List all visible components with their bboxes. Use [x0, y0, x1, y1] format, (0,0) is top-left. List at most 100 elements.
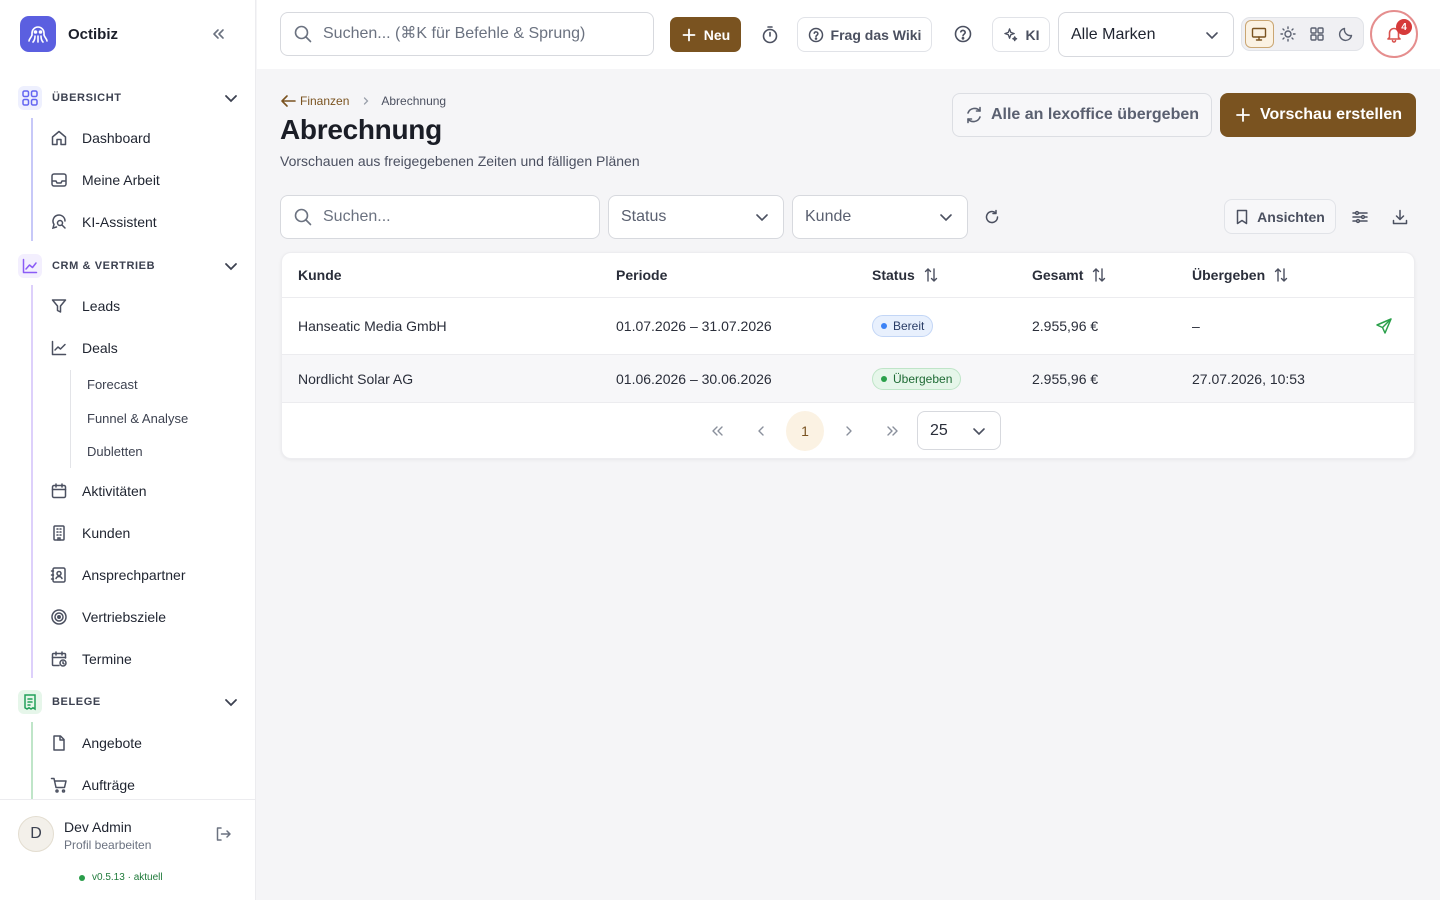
column-settings-icon[interactable]: [1351, 208, 1369, 226]
monitor-icon[interactable]: [1245, 20, 1274, 48]
sidebar-item-dubletten[interactable]: Dubletten: [87, 444, 143, 459]
logout-icon[interactable]: [214, 825, 232, 843]
sidebar-item-auftraege[interactable]: Aufträge: [50, 770, 240, 800]
sidebar-item-label: Meine Arbeit: [82, 172, 160, 188]
section-belege[interactable]: BELEGE: [18, 690, 240, 714]
new-button-label: Neu: [703, 26, 731, 43]
section-crm-vertrieb[interactable]: CRM & VERTRIEB: [18, 254, 240, 278]
global-search[interactable]: [280, 12, 654, 56]
layout-icon[interactable]: [1303, 20, 1332, 48]
cell-kunde: Nordlicht Solar AG: [298, 371, 414, 387]
column-gesamt[interactable]: Gesamt: [1032, 267, 1107, 283]
download-icon[interactable]: [1391, 208, 1409, 226]
page-size-select[interactable]: 25: [917, 411, 1001, 450]
help-icon[interactable]: [953, 24, 973, 44]
sidebar-item-vertriebsziele[interactable]: Vertriebsziele: [50, 602, 240, 632]
user-name[interactable]: Dev Admin: [64, 819, 132, 835]
moon-icon[interactable]: [1331, 20, 1360, 48]
status-filter[interactable]: Status: [608, 195, 784, 239]
sidebar-item-angebote[interactable]: Angebote: [50, 728, 240, 758]
sidebar-item-kunden[interactable]: Kunden: [50, 518, 240, 548]
breadcrumb-current: Abrechnung: [381, 94, 447, 108]
edit-profile-link[interactable]: Profil bearbeiten: [64, 838, 151, 852]
pagination: 1 25: [282, 403, 1414, 458]
table-search[interactable]: [280, 195, 600, 239]
sidebar-item-meine-arbeit[interactable]: Meine Arbeit: [50, 165, 240, 195]
breadcrumb-back-link[interactable]: Finanzen: [280, 94, 349, 108]
status-filter-label: Status: [621, 208, 667, 225]
lexoffice-export-button[interactable]: Alle an lexoffice übergeben: [952, 93, 1212, 137]
calendar-icon: [51, 483, 67, 499]
views-button[interactable]: Ansichten: [1224, 199, 1336, 234]
sidebar: Octibiz ÜBERSICHT Dashboard Meine Arbeit…: [0, 0, 256, 900]
sidebar-item-ansprechpartner[interactable]: Ansprechpartner: [50, 560, 240, 590]
last-page-icon[interactable]: [874, 411, 912, 451]
section-line: [31, 722, 33, 799]
sidebar-item-leads[interactable]: Leads: [50, 291, 240, 321]
table-search-input[interactable]: [323, 208, 583, 226]
table-row[interactable]: Nordlicht Solar AG 01.06.2026 – 30.06.20…: [282, 355, 1414, 403]
sun-icon[interactable]: [1274, 20, 1303, 48]
sidebar-item-deals[interactable]: Deals: [50, 333, 240, 363]
ki-button[interactable]: KI: [992, 17, 1050, 52]
column-label: Kunde: [298, 267, 342, 283]
chevron-down-icon: [225, 699, 237, 707]
prev-page-icon[interactable]: [742, 411, 780, 451]
new-button[interactable]: Neu: [670, 17, 741, 52]
chevron-down-icon: [940, 214, 952, 222]
brand[interactable]: Octibiz: [20, 16, 118, 52]
grid-icon: [18, 86, 42, 110]
next-page-icon[interactable]: [830, 411, 868, 451]
timer-icon[interactable]: [760, 25, 780, 45]
page-subtitle: Vorschauen aus freigegebenen Zeiten und …: [280, 153, 640, 169]
avatar[interactable]: D: [18, 816, 54, 852]
create-preview-button[interactable]: Vorschau erstellen: [1220, 93, 1416, 137]
sidebar-item-aktivitaeten[interactable]: Aktivitäten: [50, 476, 240, 506]
column-uebergeben[interactable]: Übergeben: [1192, 267, 1289, 283]
section-label: BELEGE: [52, 696, 101, 708]
sidebar-item-forecast[interactable]: Forecast: [87, 377, 138, 392]
octopus-logo-icon: [20, 16, 56, 52]
page-size-value: 25: [930, 421, 948, 439]
notifications-button[interactable]: 4: [1370, 10, 1418, 58]
global-search-input[interactable]: [323, 25, 643, 43]
chevron-down-icon: [756, 214, 768, 222]
sidebar-item-ki-assistent[interactable]: KI-Assistent: [50, 207, 240, 237]
breadcrumb-parent: Finanzen: [300, 94, 350, 108]
section-line: [31, 118, 33, 241]
section-ubersicht[interactable]: ÜBERSICHT: [18, 86, 240, 110]
collapse-sidebar-icon[interactable]: [208, 24, 228, 44]
column-kunde[interactable]: Kunde: [298, 267, 342, 283]
receipt-icon: [18, 690, 42, 714]
arrow-left-icon: [281, 95, 296, 107]
status-badge: Übergeben: [872, 368, 962, 390]
status-dot: [79, 874, 85, 881]
sidebar-item-termine[interactable]: Termine: [50, 644, 240, 674]
user-panel: D Dev Admin Profil bearbeiten v0.5.13 · …: [0, 799, 256, 900]
trend-icon: [51, 340, 67, 356]
status-dot: [881, 376, 887, 382]
reload-icon[interactable]: [984, 209, 1000, 225]
status-dot: [881, 323, 887, 329]
cell-periode: 01.06.2026 – 30.06.2026: [616, 371, 772, 387]
customer-filter[interactable]: Kunde: [792, 195, 968, 239]
page-button-current[interactable]: 1: [786, 411, 824, 451]
column-periode[interactable]: Periode: [616, 267, 667, 283]
help-circle-icon: [808, 27, 823, 42]
column-status[interactable]: Status: [872, 267, 939, 283]
send-icon[interactable]: [1375, 317, 1393, 335]
notification-count-badge: 4: [1396, 19, 1412, 35]
column-label: Periode: [616, 267, 668, 283]
first-page-icon[interactable]: [698, 411, 736, 451]
wiki-button-label: Frag das Wiki: [830, 26, 922, 43]
sidebar-item-label: Angebote: [82, 735, 142, 751]
document-icon: [53, 735, 65, 751]
sidebar-item-label: Termine: [82, 651, 132, 667]
wiki-button[interactable]: Frag das Wiki: [797, 17, 932, 52]
sidebar-item-dashboard[interactable]: Dashboard: [50, 123, 240, 153]
sidebar-item-label: Ansprechpartner: [82, 567, 186, 583]
brand-select[interactable]: Alle Marken: [1058, 12, 1234, 57]
table-row[interactable]: Hanseatic Media GmbH 01.07.2026 – 31.07.…: [282, 298, 1414, 355]
sidebar-item-funnel-analyse[interactable]: Funnel & Analyse: [87, 411, 188, 426]
cell-gesamt: 2.955,96 €: [1032, 371, 1099, 387]
